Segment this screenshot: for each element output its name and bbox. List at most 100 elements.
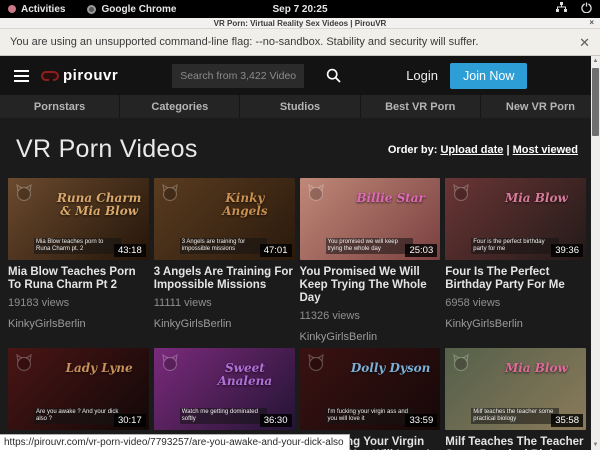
duration-badge: 33:59 xyxy=(405,414,437,427)
video-title[interactable]: Mia Blow Teaches Porn To Runa Charm Pt 2 xyxy=(8,266,149,292)
search-icon xyxy=(326,68,341,83)
studio-watermark-cat-icon xyxy=(306,353,326,378)
video-thumbnail[interactable]: Lady Lyne Are you awake ? And your dick … xyxy=(8,348,149,430)
studio-watermark-cat-icon xyxy=(14,353,34,378)
thumbnail-performer-name: Billie Star xyxy=(347,192,434,205)
vr-goggles-logo-icon xyxy=(41,71,59,81)
thumbnail-performer-name: Dolly Dyson xyxy=(347,362,434,375)
scrollbar-thumb[interactable] xyxy=(592,68,599,136)
infobar-close-icon[interactable]: ✕ xyxy=(579,36,590,49)
video-card[interactable]: Runa Charm & Mia Blow Mia Blow teaches p… xyxy=(8,178,149,343)
video-title[interactable]: You Promised We Will Keep Trying The Who… xyxy=(300,266,441,305)
site-logo[interactable]: pirouvr xyxy=(41,67,118,84)
duration-badge: 43:18 xyxy=(114,244,146,257)
browser-title-bar: VR Porn: Virtual Reality Sex Videos | Pi… xyxy=(0,18,600,29)
order-by-separator: | xyxy=(503,144,512,156)
duration-badge: 47:01 xyxy=(260,244,292,257)
nav-item-pornstars[interactable]: Pornstars xyxy=(0,95,120,118)
order-by-label: Order by: xyxy=(388,144,438,156)
video-thumbnail[interactable]: Billie Star You promised we will keep tr… xyxy=(300,178,441,260)
page-title: VR Porn Videos xyxy=(16,135,198,164)
nav-item-best-vr-porn[interactable]: Best VR Porn xyxy=(361,95,481,118)
nav-item-studios[interactable]: Studios xyxy=(240,95,360,118)
studio-watermark-cat-icon xyxy=(451,353,471,378)
video-thumbnail[interactable]: Sweet Analena Watch me getting dominated… xyxy=(154,348,295,430)
studio-watermark-cat-icon xyxy=(160,183,180,208)
scrollbar[interactable]: ▲ ▼ xyxy=(591,56,600,450)
network-icon[interactable] xyxy=(556,2,567,16)
power-icon[interactable] xyxy=(581,2,592,16)
chrome-icon xyxy=(87,5,96,14)
video-views: 11326 views xyxy=(300,310,441,322)
infobar-message: You are using an unsupported command-lin… xyxy=(10,36,478,48)
duration-badge: 25:03 xyxy=(405,244,437,257)
activities-icon xyxy=(8,5,16,13)
thumbnail-performer-name: Lady Lyne xyxy=(56,362,143,375)
chrome-label: Google Chrome xyxy=(101,4,176,15)
logo-text: pirouvr xyxy=(63,67,118,84)
main-nav: Pornstars Categories Studios Best VR Por… xyxy=(0,95,600,118)
video-card[interactable]: Mia Blow Four is the perfect birthday pa… xyxy=(445,178,586,343)
video-thumbnail[interactable]: Runa Charm & Mia Blow Mia Blow teaches p… xyxy=(8,178,149,260)
chrome-infobar: You are using an unsupported command-lin… xyxy=(0,29,600,56)
video-thumbnail[interactable]: Mia Blow Four is the perfect birthday pa… xyxy=(445,178,586,260)
thumbnail-caption: Milf teaches the teacher some practical … xyxy=(471,408,558,424)
studio-link[interactable]: KinkyGirlsBerlin xyxy=(8,318,149,330)
video-title[interactable]: Milf Teaches The Teacher Some Practical … xyxy=(445,436,586,450)
video-title[interactable]: 3 Angels Are Training For Impossible Mis… xyxy=(154,266,295,292)
search-button[interactable] xyxy=(304,64,362,88)
duration-badge: 36:30 xyxy=(260,414,292,427)
thumbnail-performer-name: Sweet Analena xyxy=(201,362,288,388)
order-by: Order by: Upload date | Most viewed xyxy=(388,144,578,156)
thumbnail-caption: Are you awake ? And your dick also ? xyxy=(34,408,121,424)
chrome-app-indicator[interactable]: Google Chrome xyxy=(87,4,176,15)
video-card[interactable]: Kinky Angels 3 Angels are training for i… xyxy=(154,178,295,343)
scroll-up-icon[interactable]: ▲ xyxy=(593,56,599,66)
video-thumbnail[interactable]: Dolly Dyson I'm fucking your virgin ass … xyxy=(300,348,441,430)
search-bar xyxy=(172,64,362,88)
thumbnail-performer-name: Runa Charm & Mia Blow xyxy=(56,192,143,218)
thumbnail-caption: I'm fucking your virgin ass and you will… xyxy=(326,408,413,424)
studio-watermark-cat-icon xyxy=(306,183,326,208)
tab-close-icon[interactable]: × xyxy=(589,18,594,27)
nav-item-new-vr-porn[interactable]: New VR Porn xyxy=(481,95,600,118)
system-top-bar: Sep 7 20:25 Activities Google Chrome xyxy=(0,0,600,18)
video-views: 19183 views xyxy=(8,297,149,309)
studio-watermark-cat-icon xyxy=(14,183,34,208)
video-views: 11111 views xyxy=(154,297,295,309)
hamburger-menu-icon[interactable] xyxy=(14,67,29,85)
video-thumbnail[interactable]: Mia Blow Milf teaches the teacher some p… xyxy=(445,348,586,430)
activities-label: Activities xyxy=(21,4,65,15)
thumbnail-caption: Mia Blow teaches porn to Runa Charm pt. … xyxy=(34,238,121,254)
studio-link[interactable]: KinkyGirlsBerlin xyxy=(445,318,586,330)
activities-button[interactable]: Activities xyxy=(8,4,65,15)
duration-badge: 30:17 xyxy=(114,414,146,427)
order-by-upload-date-link[interactable]: Upload date xyxy=(440,144,503,156)
thumbnail-performer-name: Mia Blow xyxy=(493,192,580,205)
order-by-most-viewed-link[interactable]: Most viewed xyxy=(513,144,578,156)
thumbnail-caption: Four is the perfect birthday party for m… xyxy=(471,238,558,254)
video-card[interactable]: Billie Star You promised we will keep tr… xyxy=(300,178,441,343)
studio-link[interactable]: KinkyGirlsBerlin xyxy=(300,331,441,343)
thumbnail-caption: 3 Angels are training for impossible mis… xyxy=(180,238,267,254)
video-grid: Runa Charm & Mia Blow Mia Blow teaches p… xyxy=(0,178,600,450)
studio-link[interactable]: KinkyGirlsBerlin xyxy=(154,318,295,330)
join-now-button[interactable]: Join Now xyxy=(450,63,527,89)
video-thumbnail[interactable]: Kinky Angels 3 Angels are training for i… xyxy=(154,178,295,260)
duration-badge: 35:58 xyxy=(551,414,583,427)
login-link[interactable]: Login xyxy=(406,68,438,83)
scroll-down-icon[interactable]: ▼ xyxy=(593,440,599,450)
studio-watermark-cat-icon xyxy=(451,183,471,208)
thumbnail-caption: You promised we will keep trying the who… xyxy=(326,238,413,254)
page-heading-row: VR Porn Videos Order by: Upload date | M… xyxy=(0,118,600,178)
webpage: pirouvr Login Join Now Pornstars Categor… xyxy=(0,56,600,450)
studio-watermark-cat-icon xyxy=(160,353,180,378)
video-title[interactable]: Four Is The Perfect Birthday Party For M… xyxy=(445,266,586,292)
thumbnail-caption: Watch me getting dominated softly xyxy=(180,408,267,424)
browser-tab-title: VR Porn: Virtual Reality Sex Videos | Pi… xyxy=(214,19,387,28)
search-input[interactable] xyxy=(172,64,304,88)
duration-badge: 39:36 xyxy=(551,244,583,257)
status-bar-url: https://pirouvr.com/vr-porn-video/779325… xyxy=(0,434,350,450)
video-card[interactable]: Mia Blow Milf teaches the teacher some p… xyxy=(445,348,586,450)
nav-item-categories[interactable]: Categories xyxy=(120,95,240,118)
